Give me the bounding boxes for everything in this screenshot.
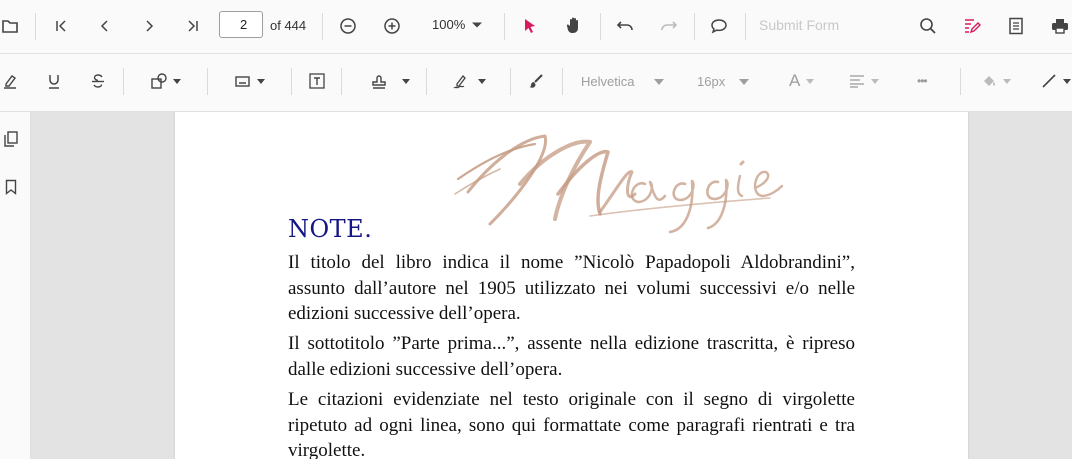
- free-text-icon[interactable]: [305, 69, 329, 93]
- highlight-icon[interactable]: [0, 69, 20, 93]
- previous-page-icon[interactable]: [94, 14, 116, 38]
- chevron-down-icon: [402, 78, 410, 84]
- navigation-pane: [0, 112, 31, 459]
- separator: [745, 13, 746, 40]
- separator: [510, 68, 511, 95]
- separator: [694, 13, 695, 40]
- separator: [341, 68, 342, 95]
- calibrate-dropdown[interactable]: [229, 69, 269, 93]
- last-page-icon[interactable]: [182, 14, 204, 38]
- separator: [207, 68, 208, 95]
- chevron-down-icon: [739, 78, 750, 85]
- document-heading: NOTE.: [288, 215, 373, 243]
- document-paragraph: Le citazioni evidenziate nel testo origi…: [288, 389, 855, 459]
- select-pointer-icon[interactable]: [519, 14, 541, 38]
- separator: [504, 13, 505, 40]
- form-designer-icon[interactable]: [1005, 14, 1027, 38]
- font-size-dropdown[interactable]: 16px: [697, 74, 750, 89]
- separator: [35, 13, 36, 40]
- pan-hand-icon[interactable]: [562, 13, 586, 37]
- zoom-out-icon[interactable]: [337, 14, 359, 38]
- chevron-down-icon: [1063, 78, 1071, 84]
- chevron-down-icon: [871, 78, 879, 84]
- signature-dropdown[interactable]: [450, 69, 488, 93]
- align-left-icon: [850, 75, 864, 88]
- signature-icon: [453, 75, 466, 89]
- stamp-icon: [372, 75, 386, 89]
- annotation-toolbar: Helvetica 16px A •••: [0, 54, 1072, 112]
- separator: [322, 13, 323, 40]
- font-color-icon: A: [789, 71, 801, 90]
- first-page-icon[interactable]: [50, 14, 72, 38]
- stamp-dropdown[interactable]: [366, 69, 414, 93]
- chevron-down-icon: [478, 78, 486, 84]
- zoom-value: 100%: [432, 17, 466, 32]
- document-paragraph: Il titolo del libro indica il nome ”Nico…: [288, 252, 855, 324]
- text-align-dropdown[interactable]: [845, 69, 883, 93]
- font-family-value: Helvetica: [581, 74, 635, 89]
- bookmark-icon[interactable]: [0, 176, 22, 198]
- chevron-down-icon: [256, 78, 265, 84]
- fill-color-dropdown[interactable]: [980, 69, 1012, 93]
- fill-color-icon: [984, 76, 995, 86]
- current-page-input[interactable]: 2: [219, 11, 263, 38]
- chevron-down-icon: [1003, 78, 1011, 84]
- separator: [600, 13, 601, 40]
- edit-annotation-icon[interactable]: [961, 14, 983, 38]
- comment-icon[interactable]: [708, 14, 730, 38]
- line-dropdown[interactable]: [1040, 69, 1072, 93]
- thumbnails-icon[interactable]: [0, 128, 22, 150]
- chevron-down-icon: [172, 78, 181, 84]
- shape-dropdown[interactable]: [145, 69, 185, 93]
- chevron-down-icon: [806, 78, 815, 84]
- separator: [123, 68, 124, 95]
- font-family-dropdown[interactable]: Helvetica: [581, 74, 665, 89]
- page-count-label: of 444: [270, 18, 307, 33]
- document-paragraph: Il sottotitolo ”Parte prima...”, assente…: [288, 333, 855, 380]
- pdf-page: NOTE. Il titolo del libro indica il nome…: [175, 112, 968, 459]
- more-options-icon[interactable]: •••: [917, 74, 928, 88]
- font-color-dropdown[interactable]: A: [789, 71, 815, 91]
- chevron-down-icon: [471, 21, 483, 29]
- separator: [562, 68, 563, 95]
- separator: [291, 68, 292, 95]
- calibrate-icon: [234, 76, 250, 87]
- zoom-in-icon[interactable]: [381, 14, 403, 38]
- document-viewer[interactable]: NOTE. Il titolo del libro indica il nome…: [31, 112, 1072, 459]
- zoom-dropdown[interactable]: 100%: [432, 17, 483, 32]
- print-icon[interactable]: [1049, 14, 1071, 38]
- font-size-value: 16px: [697, 74, 726, 89]
- main-toolbar: 2 of 444 100% Submit Form: [0, 0, 1072, 54]
- chevron-down-icon: [654, 78, 665, 85]
- ink-icon[interactable]: [525, 69, 547, 93]
- undo-icon[interactable]: [614, 14, 636, 38]
- strikethrough-icon[interactable]: [87, 69, 109, 93]
- signature-image: [450, 124, 790, 239]
- next-page-icon[interactable]: [138, 14, 160, 38]
- redo-icon[interactable]: [658, 14, 680, 38]
- folder-icon[interactable]: [0, 14, 20, 38]
- separator: [960, 68, 961, 95]
- search-icon[interactable]: [917, 14, 939, 38]
- submit-form-button[interactable]: Submit Form: [759, 17, 839, 33]
- separator: [426, 68, 427, 95]
- underline-icon[interactable]: [43, 69, 65, 93]
- line-icon: [1042, 74, 1056, 88]
- shape-icon: [150, 73, 167, 89]
